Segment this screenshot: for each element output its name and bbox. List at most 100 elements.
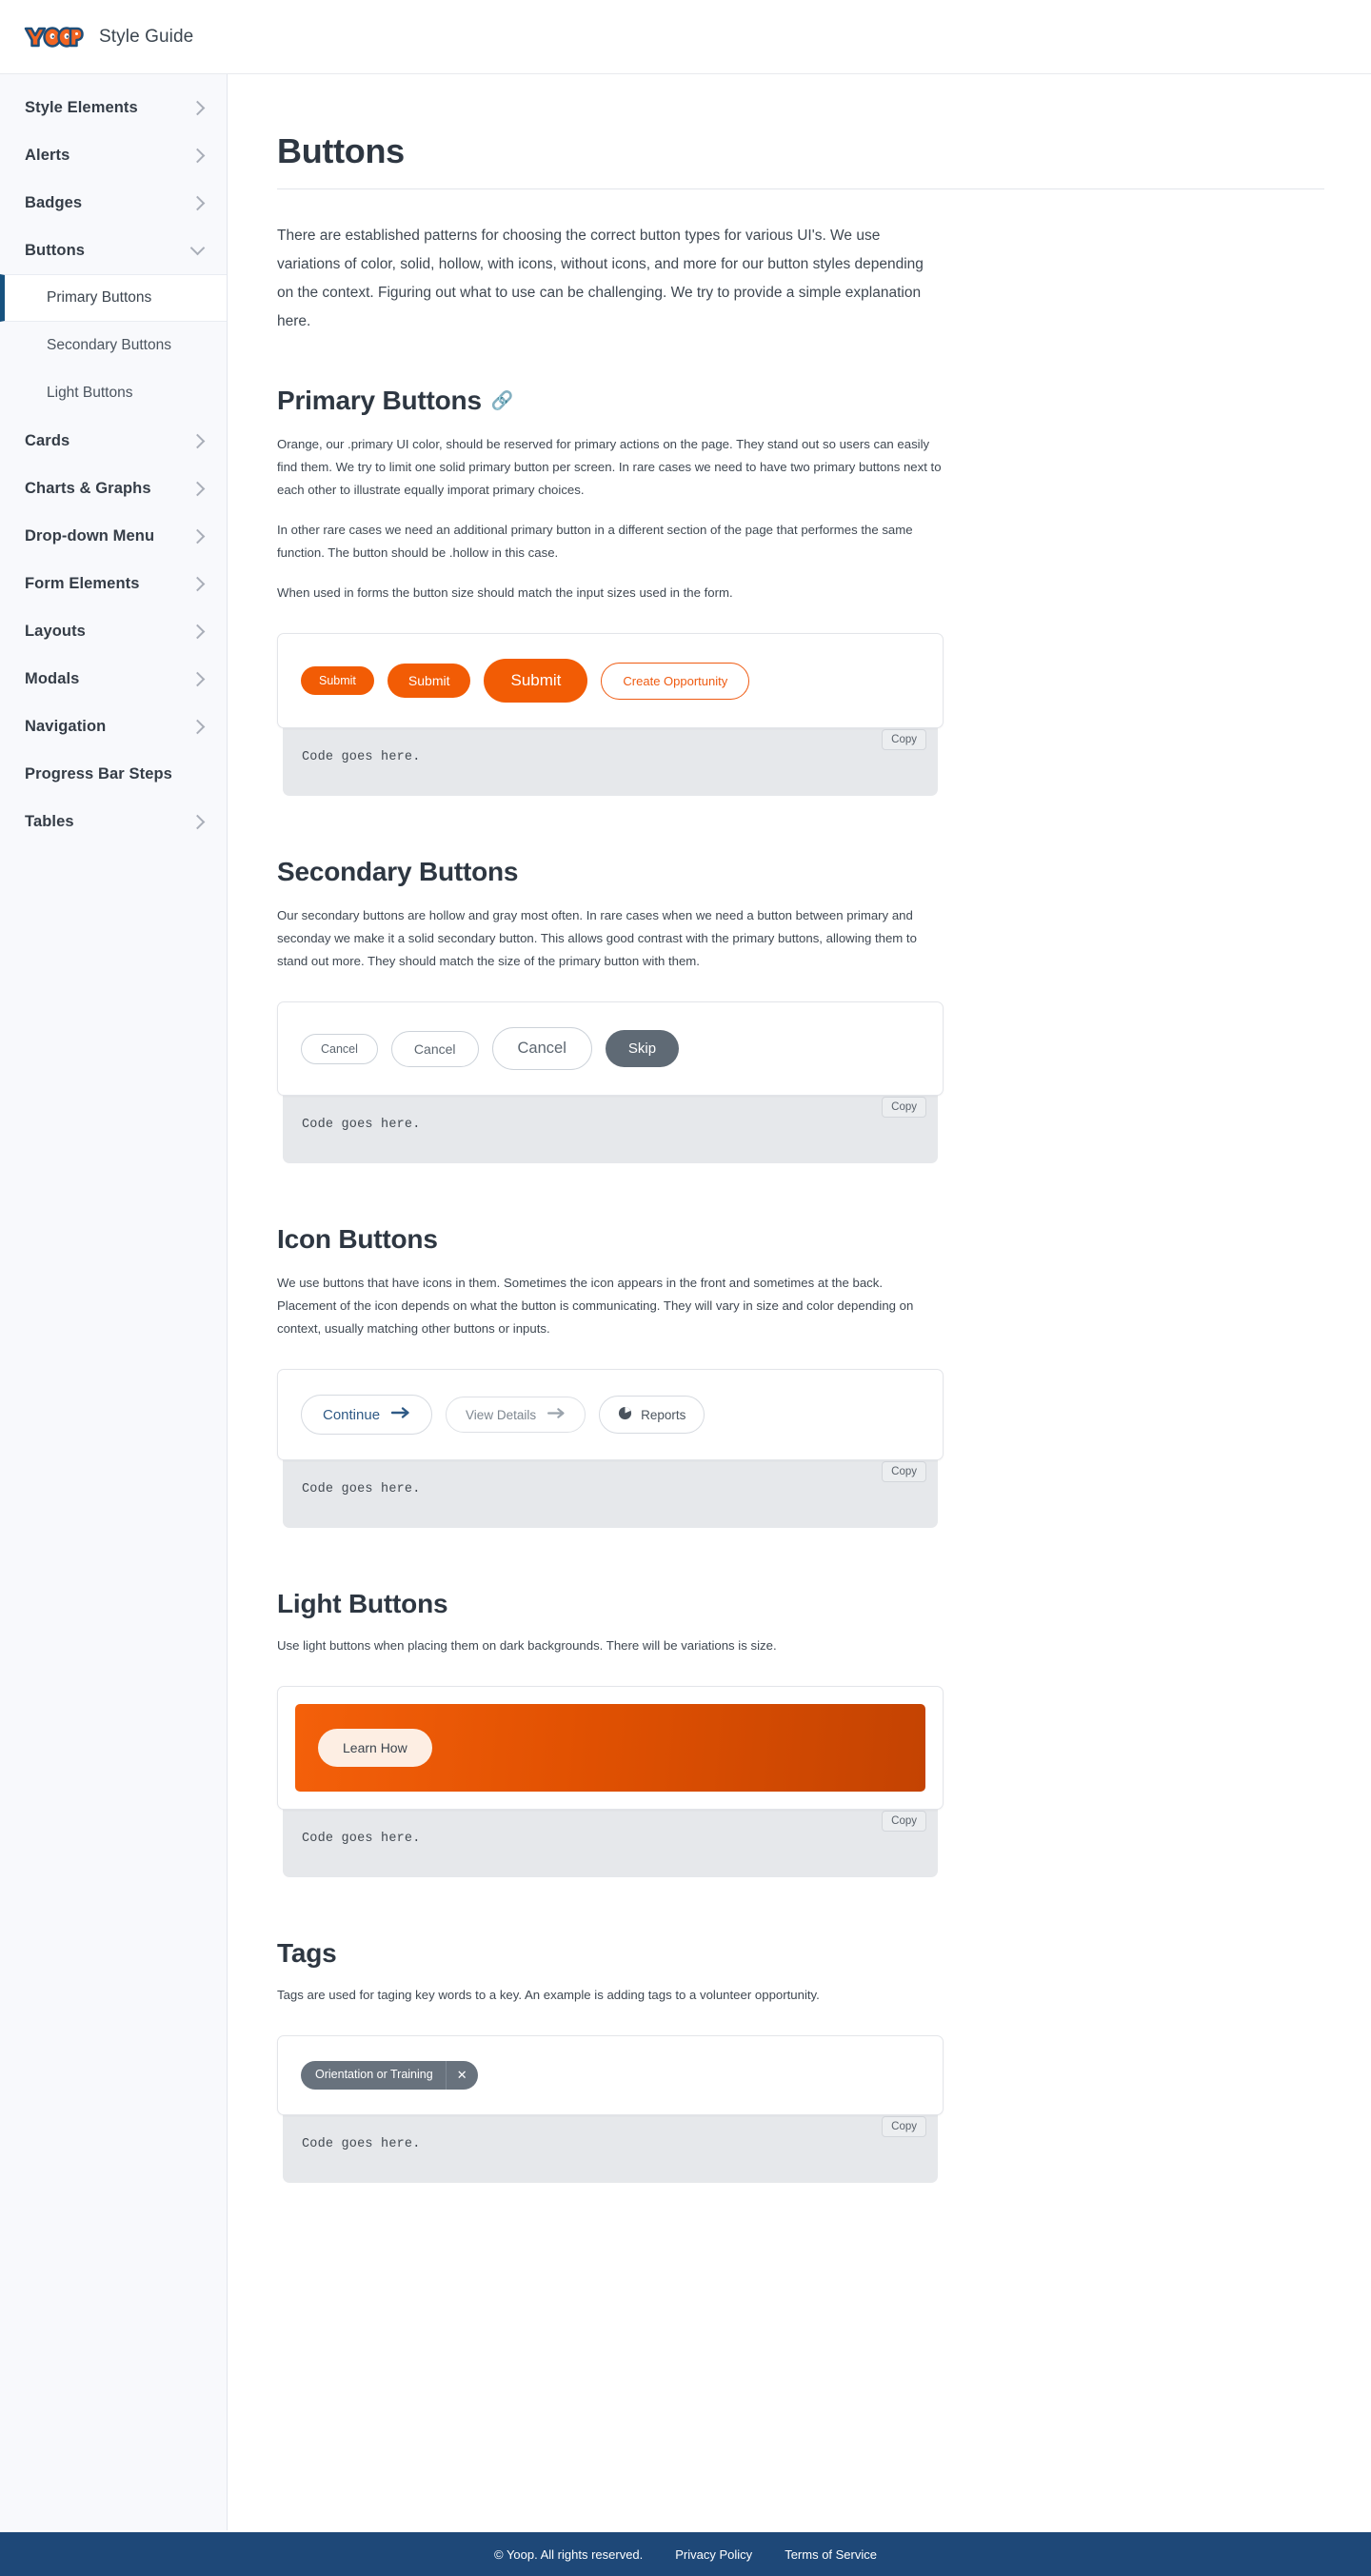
sidebar-item-alerts[interactable]: Alerts	[0, 131, 227, 179]
arrow-right-icon	[547, 1407, 566, 1422]
copy-button[interactable]: Copy	[882, 1097, 926, 1118]
sidebar-item-label: Buttons	[25, 241, 86, 259]
secondary-buttons-preview: Cancel Cancel Cancel Skip	[277, 1001, 944, 1096]
content-column: There are established patterns for choos…	[277, 222, 944, 2183]
chevron-right-icon	[189, 624, 206, 639]
tag-chip[interactable]: Orientation or Training ✕	[301, 2061, 478, 2090]
sidebar-item-form-elements[interactable]: Form Elements	[0, 560, 227, 607]
section-heading-light-buttons: Light Buttons	[277, 1589, 944, 1619]
submit-button-small[interactable]: Submit	[301, 666, 374, 695]
sidebar-item-label: Progress Bar Steps	[25, 764, 172, 783]
continue-button[interactable]: Continue	[301, 1395, 433, 1435]
chevron-right-icon	[189, 195, 206, 210]
view-details-button-label: View Details	[466, 1407, 537, 1422]
dark-background-band: Learn How	[295, 1704, 925, 1792]
code-text: Code goes here.	[302, 1118, 421, 1132]
sidebar-nav: Style Elements Alerts Badges Buttons Pri…	[0, 74, 228, 2530]
sidebar-subitem-label: Secondary Buttons	[47, 337, 171, 353]
secondary-paragraph-1: Our secondary buttons are hollow and gra…	[277, 908, 917, 968]
submit-button-medium[interactable]: Submit	[387, 664, 471, 698]
icon-paragraph-1: We use buttons that have icons in them. …	[277, 1276, 914, 1336]
sidebar-item-modals[interactable]: Modals	[0, 655, 227, 703]
privacy-policy-link[interactable]: Privacy Policy	[675, 2547, 752, 2562]
sidebar-item-label: Style Elements	[25, 98, 138, 116]
primary-buttons-preview: Submit Submit Submit Create Opportunity	[277, 633, 944, 728]
copy-button[interactable]: Copy	[882, 2116, 926, 2137]
code-text: Code goes here.	[302, 1482, 421, 1496]
code-text: Code goes here.	[302, 2137, 421, 2151]
close-icon[interactable]: ✕	[445, 2061, 478, 2090]
icon-buttons-demo: Continue View Details Reports Copy Code …	[277, 1369, 944, 1528]
section-heading-text: Primary Buttons	[277, 386, 482, 415]
reports-button[interactable]: Reports	[599, 1396, 705, 1434]
top-bar: Style Guide	[0, 0, 1371, 74]
sidebar-item-label: Form Elements	[25, 574, 140, 592]
sidebar-item-progress-bar-steps[interactable]: Progress Bar Steps	[0, 750, 227, 798]
sidebar-item-cards[interactable]: Cards	[0, 417, 227, 465]
section-heading-secondary-buttons: Secondary Buttons	[277, 857, 944, 887]
sidebar-item-buttons[interactable]: Buttons	[0, 227, 227, 274]
sidebar-item-tables[interactable]: Tables	[0, 798, 227, 845]
cancel-button-small[interactable]: Cancel	[301, 1033, 378, 1064]
chevron-right-icon	[189, 528, 206, 544]
page-shell: Style Elements Alerts Badges Buttons Pri…	[0, 74, 1371, 2530]
copyright-text: © Yoop. All rights reserved.	[493, 2546, 644, 2562]
copy-button[interactable]: Copy	[882, 729, 926, 750]
copy-button[interactable]: Copy	[882, 1461, 926, 1482]
light-paragraph-1: Use light buttons when placing them on d…	[277, 1638, 777, 1653]
chevron-right-icon	[189, 433, 206, 448]
section-heading-tags: Tags	[277, 1938, 944, 1969]
section-heading-icon-buttons: Icon Buttons	[277, 1224, 944, 1255]
cancel-button-medium[interactable]: Cancel	[390, 1030, 479, 1067]
chevron-right-icon	[189, 100, 206, 115]
light-buttons-demo: Learn How Copy Code goes here.	[277, 1686, 944, 1877]
main-content: Buttons There are established patterns f…	[228, 74, 1371, 2297]
sidebar-item-style-elements[interactable]: Style Elements	[0, 84, 227, 131]
sidebar-item-label: Badges	[25, 193, 83, 211]
sidebar-item-drop-down-menu[interactable]: Drop-down Menu	[0, 512, 227, 560]
chevron-right-icon	[189, 576, 206, 591]
chevron-right-icon	[189, 481, 206, 496]
sidebar-subitem-label: Primary Buttons	[47, 289, 152, 306]
link-icon[interactable]: 🔗	[491, 392, 514, 410]
sidebar-item-badges[interactable]: Badges	[0, 179, 227, 227]
sidebar-item-light-buttons[interactable]: Light Buttons	[0, 369, 227, 417]
chevron-right-icon	[189, 671, 206, 686]
code-text: Code goes here.	[302, 750, 421, 764]
learn-how-button[interactable]: Learn How	[318, 1729, 432, 1767]
tag-label: Orientation or Training	[315, 2068, 433, 2081]
sidebar-subnav-buttons: Primary Buttons Secondary Buttons Light …	[0, 274, 227, 417]
light-code-block: Copy Code goes here.	[283, 1803, 938, 1877]
sidebar-item-primary-buttons[interactable]: Primary Buttons	[0, 274, 227, 322]
skip-button[interactable]: Skip	[605, 1030, 680, 1067]
sidebar-item-label: Charts & Graphs	[25, 479, 151, 497]
sidebar-item-layouts[interactable]: Layouts	[0, 607, 227, 655]
copy-button[interactable]: Copy	[882, 1811, 926, 1832]
sidebar-item-navigation[interactable]: Navigation	[0, 703, 227, 750]
sidebar-item-charts-graphs[interactable]: Charts & Graphs	[0, 465, 227, 512]
sidebar-item-secondary-buttons[interactable]: Secondary Buttons	[0, 322, 227, 369]
create-opportunity-button[interactable]: Create Opportunity	[601, 662, 750, 700]
sidebar-item-label: Drop-down Menu	[25, 526, 155, 545]
icon-code-block: Copy Code goes here.	[283, 1454, 938, 1528]
tags-demo: Orientation or Training ✕ Copy Code goes…	[277, 2035, 944, 2183]
section-heading-text: Secondary Buttons	[277, 857, 519, 886]
yoop-logo-icon	[24, 26, 84, 48]
page-title: Buttons	[277, 131, 1324, 189]
sidebar-item-label: Modals	[25, 669, 80, 687]
light-buttons-preview: Learn How	[277, 1686, 944, 1810]
view-details-button[interactable]: View Details	[446, 1397, 586, 1433]
terms-of-service-link[interactable]: Terms of Service	[785, 2547, 877, 2562]
app-title: Style Guide	[99, 26, 194, 47]
secondary-code-block: Copy Code goes here.	[283, 1089, 938, 1163]
pie-chart-icon	[618, 1406, 632, 1423]
section-heading-primary-buttons: Primary Buttons 🔗	[277, 386, 944, 416]
submit-button-large[interactable]: Submit	[484, 659, 588, 703]
section-heading-text: Light Buttons	[277, 1589, 448, 1618]
tags-code-block: Copy Code goes here.	[283, 2109, 938, 2183]
yoop-logo[interactable]	[23, 22, 84, 52]
cancel-button-large[interactable]: Cancel	[491, 1027, 592, 1070]
primary-paragraph-1: Orange, our .primary UI color, should be…	[277, 437, 942, 497]
primary-paragraph-2: In other rare cases we need an additiona…	[277, 523, 913, 560]
code-text: Code goes here.	[302, 1832, 421, 1846]
